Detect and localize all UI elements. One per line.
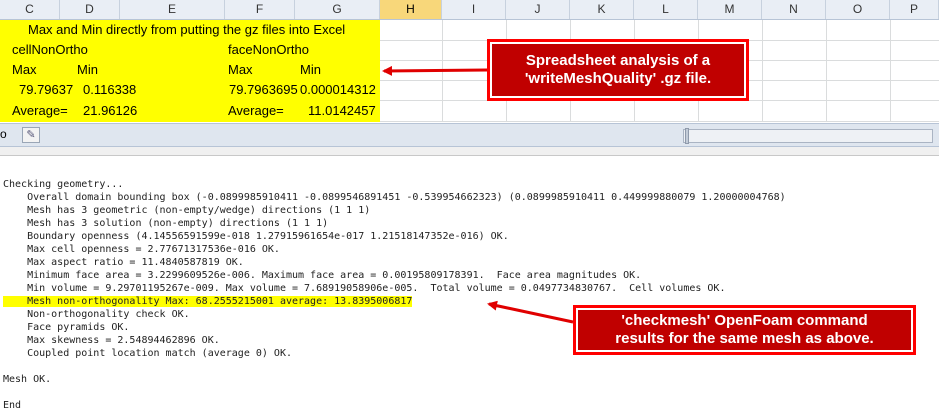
console-line: Coupled point location match (average 0)…: [3, 348, 292, 359]
column-header-f[interactable]: F: [225, 0, 295, 19]
console-line: Minimum face area = 3.2299609526e-006. M…: [3, 270, 642, 281]
column-header-k[interactable]: K: [570, 0, 634, 19]
console-line: Max cell openness = 2.77671317536e-016 O…: [3, 244, 280, 255]
column-header-d[interactable]: D: [60, 0, 120, 19]
column-line: [890, 20, 891, 122]
console-output: Checking geometry... Overall domain boun…: [0, 155, 939, 418]
cell-title[interactable]: Max and Min directly from putting the gz…: [28, 20, 345, 40]
cell-right-min-value[interactable]: 0.000014312: [300, 80, 376, 100]
cell-left-label[interactable]: cellNonOrtho: [12, 40, 88, 60]
console-line: Max aspect ratio = 11.4840587819 OK.: [3, 257, 244, 268]
cell-right-min-label[interactable]: Min: [300, 60, 321, 80]
column-header-o[interactable]: O: [826, 0, 890, 19]
cell-left-max-label[interactable]: Max: [12, 60, 37, 80]
cell-right-average-label[interactable]: Average=: [228, 101, 284, 121]
console-line-highlighted: Mesh non-orthogonality Max: 68.255521500…: [3, 295, 413, 308]
horizontal-scrollbar[interactable]: [683, 129, 933, 143]
console-line: Min volume = 9.29701195267e-009. Max vol…: [3, 283, 726, 294]
cell-right-label[interactable]: faceNonOrtho: [228, 40, 309, 60]
console-line: Mesh has 3 geometric (non-empty/wedge) d…: [3, 205, 371, 216]
console-line: Face pyramids OK.: [3, 322, 130, 333]
column-header-n[interactable]: N: [762, 0, 826, 19]
column-header-c[interactable]: C: [0, 0, 60, 19]
cell-left-average-label[interactable]: Average=: [12, 101, 68, 121]
column-header-i[interactable]: I: [442, 0, 506, 19]
window-gap: [0, 147, 939, 155]
column-header-m[interactable]: M: [698, 0, 762, 19]
console-line: Mesh has 3 solution (non-empty) directio…: [3, 218, 329, 229]
cell-right-average-value[interactable]: 11.0142457: [308, 101, 376, 121]
column-header-p[interactable]: P: [890, 0, 939, 19]
cell-left-max-value[interactable]: 79.79637: [19, 80, 73, 100]
cell-right-max-label[interactable]: Max: [228, 60, 253, 80]
column-header-row: C D E F G H I J K L M N O P: [0, 0, 939, 20]
checkmesh-callout: 'checkmesh' OpenFoam command results for…: [573, 305, 916, 355]
column-header-g[interactable]: G: [295, 0, 380, 19]
column-header-j[interactable]: J: [506, 0, 570, 19]
console-line: Boundary openness (4.14556591599e-018 1.…: [3, 231, 509, 242]
cell-left-average-value[interactable]: 21.96126: [83, 101, 137, 121]
console-line: Non-orthogonality check OK.: [3, 309, 190, 320]
console-line: Checking geometry...: [3, 179, 124, 190]
column-line: [762, 20, 763, 122]
cell-left-min-label[interactable]: Min: [77, 60, 98, 80]
spreadsheet-callout: Spreadsheet analysis of a 'writeMeshQual…: [487, 39, 749, 101]
scrollbar-splitter-handle[interactable]: [685, 128, 689, 144]
callout-text-line: 'checkmesh' OpenFoam command: [621, 312, 868, 329]
console-line: Overall domain bounding box (-0.08999859…: [3, 192, 786, 203]
column-header-e[interactable]: E: [120, 0, 225, 19]
console-line: End: [3, 400, 22, 411]
sheet-tab[interactable]: o: [0, 127, 7, 141]
cell-right-max-value[interactable]: 79.7963695: [229, 80, 298, 100]
console-line: Mesh OK.: [3, 374, 52, 385]
sheet-tab-bar: o ✎: [0, 123, 939, 147]
column-header-l[interactable]: L: [634, 0, 698, 19]
cell-left-min-value[interactable]: 0.116338: [83, 80, 136, 100]
column-line: [826, 20, 827, 122]
console-line: Max skewness = 2.54894462896 OK.: [3, 335, 220, 346]
callout-text-line: Spreadsheet analysis of a: [525, 52, 711, 69]
insert-sheet-icon[interactable]: ✎: [22, 127, 40, 143]
non-orthogonality-highlight: Mesh non-orthogonality Max: 68.255521500…: [3, 296, 413, 307]
column-line: [442, 20, 443, 122]
callout-text-line: 'writeMeshQuality' .gz file.: [524, 70, 712, 87]
column-header-h[interactable]: H: [380, 0, 442, 19]
callout-text-line: results for the same mesh as above.: [615, 330, 874, 347]
